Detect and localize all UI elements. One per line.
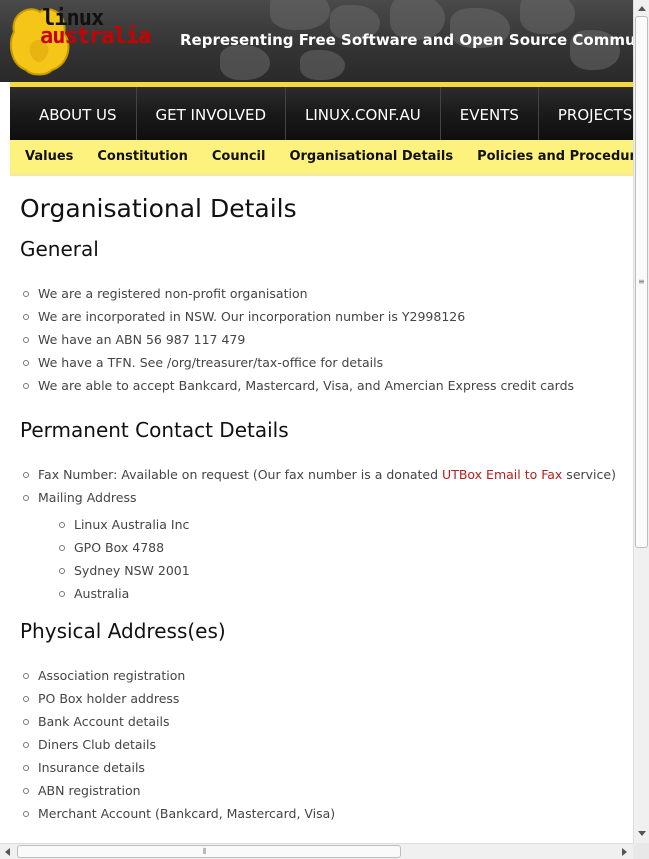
list-item: Bank Account details [20,710,625,733]
background-shape [220,45,270,80]
address-line: Linux Australia Inc [56,513,625,536]
address-line: GPO Box 4788 [56,536,625,559]
background-shape [270,0,330,30]
nav-item-about-us[interactable]: ABOUT US [10,87,137,140]
scroll-up-icon[interactable] [638,6,646,11]
nav-item-events[interactable]: EVENTS [441,87,539,140]
horizontal-scroll-thumb[interactable]: ⦀ [17,845,401,858]
subnav-item-council[interactable]: Council [200,140,278,173]
section-heading-contact: Permanent Contact Details [20,418,289,442]
nav-item-projects[interactable]: PROJECTS [539,87,633,140]
section-heading-physical: Physical Address(es) [20,619,226,643]
subnav-item-organisational-details[interactable]: Organisational Details [277,140,465,173]
grip-icon: ≡ [638,277,645,286]
general-list: We are a registered non-profit organisat… [20,282,625,397]
nav-item-get-involved[interactable]: GET INVOLVED [137,87,286,140]
fax-text-prefix: Fax Number: Available on request (Our fa… [38,467,443,482]
site-logo[interactable]: linux australia [9,2,160,77]
list-item: We have an ABN 56 987 117 479 [20,328,625,351]
grip-icon: ⦀ [203,847,207,856]
main-nav: ABOUT US GET INVOLVED LINUX.CONF.AU EVEN… [10,87,633,140]
scroll-down-icon[interactable] [638,831,646,836]
contact-list: Fax Number: Available on request (Our fa… [20,463,625,605]
address-line: Sydney NSW 2001 [56,559,625,582]
list-item: PO Box holder address [20,687,625,710]
sub-nav: Values Constitution Council Organisation… [10,140,633,176]
list-item: We are able to accept Bankcard, Masterca… [20,374,625,397]
nav-item-linux-conf-au[interactable]: LINUX.CONF.AU [286,87,441,140]
page-title: Organisational Details [20,194,297,223]
site-tagline: Representing Free Software and Open Sour… [180,31,633,49]
subnav-item-constitution[interactable]: Constitution [85,140,199,173]
fax-text-suffix: service) [562,467,616,482]
horizontal-scrollbar[interactable]: ⦀ [0,843,633,859]
list-item: Association registration [20,664,625,687]
scroll-right-icon[interactable] [622,848,627,856]
scrollbar-corner [633,843,649,859]
section-heading-general: General [20,237,99,261]
main-content: Organisational Details General We are a … [20,194,625,825]
list-item: We are incorporated in NSW. Our incorpor… [20,305,625,328]
list-item: We have a TFN. See /org/treasurer/tax-of… [20,351,625,374]
list-item: We are a registered non-profit organisat… [20,282,625,305]
address-list: Linux Australia Inc GPO Box 4788 Sydney … [56,513,625,605]
scroll-left-icon[interactable] [5,848,10,856]
logo-text-australia: australia [40,24,151,49]
physical-list: Association registration PO Box holder a… [20,664,625,825]
mailing-address-label: Mailing Address [38,490,137,505]
background-shape [300,50,345,80]
list-item: Diners Club details [20,733,625,756]
subnav-item-policies[interactable]: Policies and Procedures [465,140,633,173]
site-header: linux australia Representing Free Softwa… [0,0,633,82]
list-item: Insurance details [20,756,625,779]
vertical-scrollbar[interactable]: ≡ [633,0,649,843]
list-item: ABN registration [20,779,625,802]
list-item-fax: Fax Number: Available on request (Our fa… [20,463,625,486]
list-item: Merchant Account (Bankcard, Mastercard, … [20,802,625,825]
utbox-link[interactable]: UTBox Email to Fax [442,467,562,482]
vertical-scroll-thumb[interactable]: ≡ [635,16,648,548]
list-item-mailing-address: Mailing Address Linux Australia Inc GPO … [20,486,625,605]
address-line: Australia [56,582,625,605]
subnav-item-values[interactable]: Values [10,140,85,173]
background-shape [520,0,575,34]
